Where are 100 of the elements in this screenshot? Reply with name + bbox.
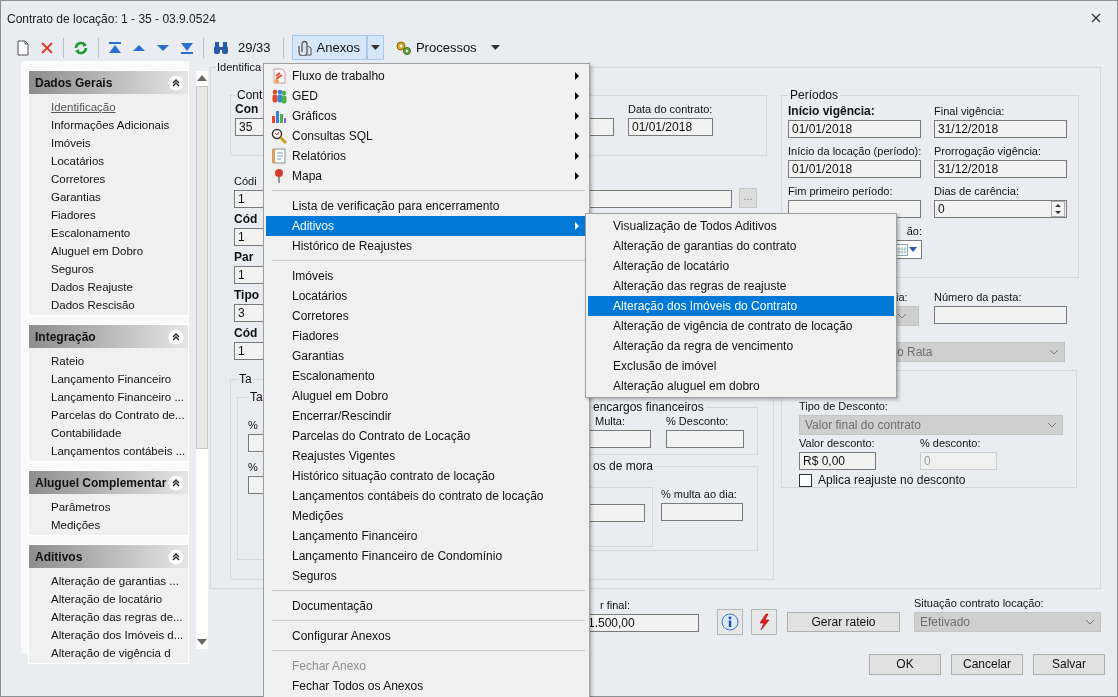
menu-item[interactable]: Parcelas do Contrato de Locação [266,426,587,446]
text-field[interactable]: R$ 0,00 [799,452,876,470]
menu-item[interactable]: Configurar Anexos [266,626,587,646]
binoculars-icon[interactable] [213,40,229,55]
menu-item[interactable]: Encerrar/Rescindir [266,406,587,426]
sidebar-item[interactable]: Parâmetros [51,498,111,516]
section-header[interactable]: Dados Gerais [29,71,188,94]
sidebar-item[interactable]: Lançamento Financeiro [51,370,172,388]
refresh-icon[interactable] [73,39,89,56]
menu-item[interactable]: Gráficos [266,106,587,126]
menu-item[interactable]: Lançamento Financeiro de Condomínio [266,546,587,566]
sidebar-item[interactable]: Parcelas do Contrato de... [51,406,185,424]
menu-item[interactable]: Alteração da regra de vencimento [588,336,894,356]
spin-field[interactable]: 0 [934,200,1067,218]
section-header[interactable]: Aluguel Complementar [29,471,188,494]
menu-item[interactable]: Alteração de garantias do contrato [588,236,894,256]
sidebar-item[interactable]: Alteração das regras de... [51,608,183,626]
sidebar-item[interactable]: Dados Reajuste [51,278,133,296]
section-header[interactable]: Integração [29,325,188,348]
sidebar-item[interactable]: Alteração dos Imóveis d... [51,626,184,644]
sidebar-item[interactable]: Aluguel em Dobro [51,242,144,260]
text-field[interactable]: 01/01/2018 [788,160,921,178]
processes-button[interactable]: Processos [389,39,504,56]
text-field[interactable]: 31/12/2018 [934,160,1067,178]
collapse-icon[interactable] [168,74,184,91]
lightning-button[interactable] [751,609,777,635]
section-header[interactable]: Aditivos [29,545,188,568]
menu-item[interactable]: Exclusão de imóvel [588,356,894,376]
collapse-icon[interactable] [168,548,184,565]
menu-item[interactable]: Fluxo de trabalho [266,66,587,86]
text-field[interactable]: 31/12/2018 [934,120,1067,138]
menu-item[interactable]: Histórico de Reajustes [266,236,587,256]
sidebar-item[interactable]: Alteração de locatário [51,590,163,608]
info-button[interactable] [717,609,743,635]
menu-item[interactable]: Reajustes Vigentes [266,446,587,466]
menu-item[interactable]: Corretores [266,306,587,326]
dialog-button[interactable]: Cancelar [951,654,1023,675]
last-record-icon[interactable] [180,40,194,55]
sidebar-item[interactable]: Dados Rescisão [51,296,135,314]
sidebar-item[interactable]: Lançamentos contábeis ... [51,442,186,460]
scrollbar[interactable] [196,71,208,649]
sidebar-item[interactable]: Escalonamento [51,224,131,242]
sidebar-item[interactable]: Imóveis [51,134,91,152]
sidebar-item[interactable]: Contabilidade [51,424,122,442]
checkbox[interactable] [799,473,812,487]
menu-item[interactable]: Fiadores [266,326,587,346]
sidebar-item[interactable]: Locatários [51,152,105,170]
sidebar-item[interactable]: Alteração de vigência d [51,644,171,662]
close-icon[interactable] [1091,12,1101,23]
menu-item[interactable]: Histórico situação contrato de locação [266,466,587,486]
text-field[interactable] [666,430,744,448]
menu-item[interactable]: Alteração de locatário [588,256,894,276]
menu-item[interactable]: Aluguel em Dobro [266,386,587,406]
sidebar-item[interactable]: Informações Adicionais [51,116,170,134]
sidebar-item[interactable]: Garantias [51,188,101,206]
menu-item[interactable]: Imóveis [266,266,587,286]
menu-item[interactable]: Mapa [266,166,587,186]
menu-item[interactable]: Documentação [266,596,587,616]
menu-item[interactable]: Lançamento Financeiro [266,526,587,546]
dialog-button[interactable]: Salvar [1033,654,1105,675]
sidebar-item[interactable]: Medições [51,516,101,534]
sidebar-item[interactable]: Fiadores [51,206,96,224]
menu-item[interactable]: Alteração das regras de reajuste [588,276,894,296]
text-field[interactable]: 01/01/2018 [628,118,713,136]
attachments-button[interactable]: Anexos [291,35,367,60]
collapse-icon[interactable] [168,474,184,491]
collapse-icon[interactable] [168,328,184,345]
text-field[interactable] [661,503,743,521]
apportion-button[interactable]: Gerar rateio [787,612,900,632]
menu-item[interactable]: Aditivos [266,216,587,236]
menu-item[interactable]: Medições [266,506,587,526]
previous-icon[interactable] [132,42,146,53]
sidebar-item[interactable]: Alteração de garantias ... [51,572,179,590]
menu-item[interactable]: Fechar Todos os Anexos [266,676,587,696]
new-document-icon[interactable] [16,39,30,56]
scroll-thumb[interactable] [196,86,208,449]
menu-item[interactable]: Lançamentos contábeis do contrato de locação [266,486,587,506]
text-field[interactable]: 01/01/2018 [788,120,921,138]
first-record-icon[interactable] [108,40,122,55]
menu-item[interactable]: Alteração dos Imóveis do Contrato [588,296,894,316]
menu-item[interactable]: Consultas SQL [266,126,587,146]
menu-item[interactable]: Visualização de Todos Aditivos [588,216,894,236]
sidebar-item[interactable]: Seguros [51,260,94,278]
sidebar-item[interactable]: Identificação [51,98,116,116]
menu-item[interactable]: Alteração de vigência de contrato de locação [588,316,894,336]
next-icon[interactable] [156,42,170,53]
delete-icon[interactable] [40,40,54,55]
menu-item[interactable]: Garantias [266,346,587,366]
sidebar-item[interactable]: Rateio [51,352,85,370]
sidebar-item[interactable]: Corretores [51,170,106,188]
menu-item[interactable]: Seguros [266,566,587,586]
dialog-button[interactable]: OK [869,654,941,675]
menu-item[interactable]: Lista de verificação para encerramento [266,196,587,216]
sidebar-item[interactable]: Lançamento Financeiro ... [51,388,184,406]
menu-item[interactable]: Alteração aluguel em dobro [588,376,894,396]
menu-item[interactable]: Escalonamento [266,366,587,386]
menu-item[interactable]: Locatários [266,286,587,306]
menu-item[interactable]: GED [266,86,587,106]
menu-item[interactable]: Relatórios [266,146,587,166]
text-field[interactable] [934,306,1067,324]
